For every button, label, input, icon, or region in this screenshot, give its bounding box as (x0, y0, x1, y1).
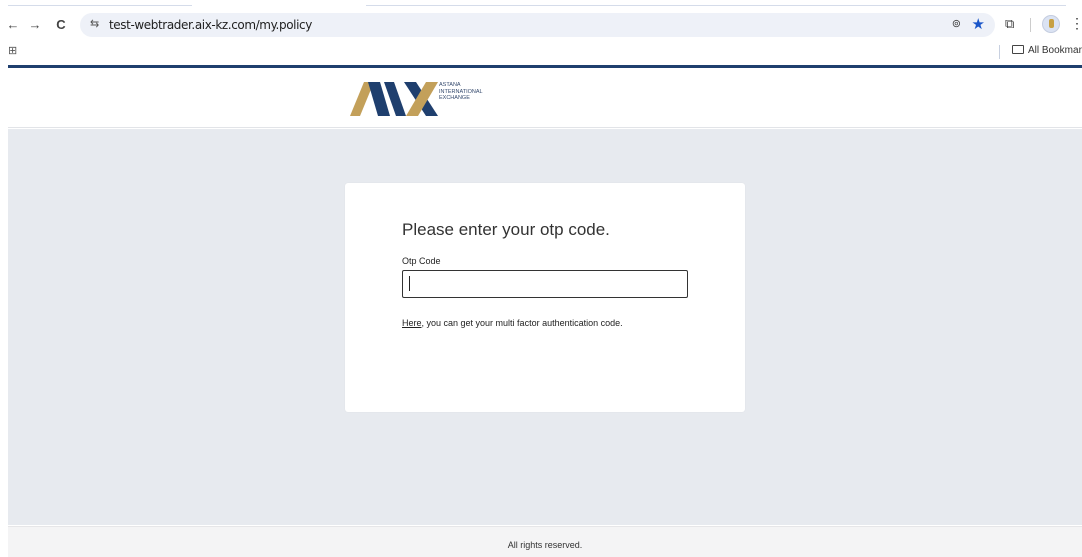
reload-icon[interactable]: C (52, 16, 70, 34)
tab-inactive[interactable] (8, 0, 192, 6)
back-icon[interactable]: ← (4, 16, 22, 34)
browser-toolbar: ← → C ⇆ test-webtrader.aix-kz.com/my.pol… (0, 10, 1082, 40)
password-key-icon[interactable]: ⊚ (952, 17, 961, 30)
tab-strip (0, 0, 1082, 8)
aix-logo: ASTANA INTERNATIONAL EXCHANGE (350, 81, 510, 117)
apps-icon[interactable]: ⊞ (8, 44, 17, 57)
page-title: Please enter your otp code. (402, 220, 610, 239)
address-bar[interactable]: ⇆ test-webtrader.aix-kz.com/my.policy ⊚ … (80, 13, 995, 37)
url-text[interactable]: test-webtrader.aix-kz.com/my.policy (109, 18, 312, 32)
site-info-icon[interactable]: ⇆ (90, 17, 99, 30)
browser-menu-icon[interactable]: ⋮ (1070, 15, 1082, 32)
mfa-help-suffix: , you can get your multi factor authenti… (421, 318, 623, 328)
folder-icon (1012, 45, 1024, 54)
tab-active[interactable] (366, 0, 1066, 6)
forward-icon[interactable]: → (26, 16, 44, 34)
toolbar-divider (1030, 18, 1031, 32)
bookmarks-bar: ⊞ All Bookmarks (0, 42, 1082, 62)
logo-wordmark: ASTANA INTERNATIONAL EXCHANGE (439, 82, 483, 102)
text-caret (409, 276, 410, 291)
site-footer: All rights reserved. (8, 526, 1082, 557)
bookmarks-divider (999, 45, 1000, 59)
mfa-help-text: Here, you can get your multi factor auth… (402, 318, 623, 328)
otp-code-input[interactable] (402, 270, 688, 298)
main-content: Please enter your otp code. Otp Code Her… (8, 129, 1082, 525)
otp-code-label: Otp Code (402, 256, 441, 266)
all-bookmarks-button[interactable]: All Bookmarks (1012, 45, 1082, 56)
extensions-icon[interactable]: ⧉ (1005, 16, 1014, 32)
aix-logo-mark (350, 82, 438, 116)
browser-chrome: ← → C ⇆ test-webtrader.aix-kz.com/my.pol… (0, 0, 1082, 66)
logo-line-3: EXCHANGE (439, 95, 470, 101)
bookmark-star-icon[interactable]: ★ (972, 15, 985, 33)
otp-card: Please enter your otp code. Otp Code Her… (345, 183, 745, 412)
copyright-text: All rights reserved. (507, 540, 583, 550)
profile-avatar-icon[interactable] (1042, 15, 1060, 33)
site-header: ASTANA INTERNATIONAL EXCHANGE (8, 68, 1082, 128)
here-link[interactable]: Here (402, 318, 422, 328)
all-bookmarks-label: All Bookmarks (1028, 45, 1082, 56)
